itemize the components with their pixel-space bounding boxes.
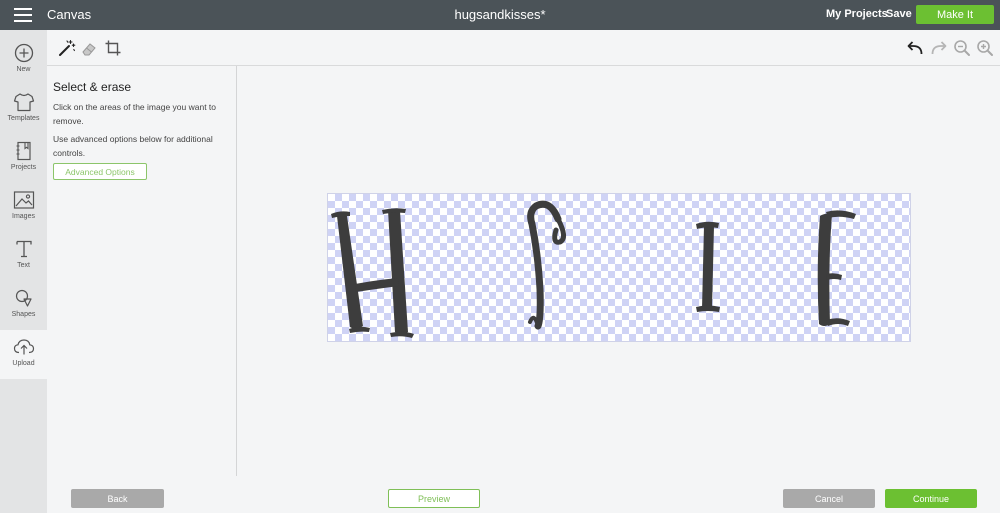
rail-item-projects[interactable]: Projects (0, 134, 47, 183)
zoom-in-icon[interactable] (976, 39, 994, 57)
undo-icon[interactable] (906, 39, 924, 57)
rail-item-text[interactable]: Text (0, 232, 47, 281)
left-rail: New Templates Projects Images Text Shape… (0, 30, 47, 513)
tshirt-icon (13, 93, 34, 112)
eraser-icon[interactable] (80, 39, 98, 57)
advanced-options-button[interactable]: Advanced Options (53, 163, 147, 180)
letter-s (527, 200, 566, 330)
hamburger-menu-icon[interactable] (14, 8, 32, 22)
letter-e (817, 210, 856, 326)
zoom-out-icon[interactable] (953, 39, 971, 57)
notebook-icon (16, 141, 31, 161)
plus-circle-icon (14, 43, 33, 63)
canvas-area[interactable] (238, 66, 1000, 476)
bottom-bar: Back Preview Cancel Continue (47, 476, 1000, 513)
hsie-letters-artwork (331, 200, 856, 338)
redo-icon[interactable] (930, 39, 948, 57)
rail-item-images[interactable]: Images (0, 183, 47, 232)
rail-item-label: New (16, 66, 31, 73)
crop-icon[interactable] (104, 39, 122, 57)
continue-button[interactable]: Continue (885, 489, 977, 508)
save-link[interactable]: Save (886, 8, 912, 20)
cloud-upload-icon (13, 339, 34, 355)
text-icon (15, 240, 32, 258)
top-bar: Canvas hugsandkisses* My Projects Save M… (0, 0, 1000, 30)
rail-item-label: Upload (12, 360, 35, 367)
rail-item-label: Projects (10, 164, 37, 171)
toolbar (47, 30, 1000, 66)
cancel-button[interactable]: Cancel (783, 489, 875, 508)
rail-item-shapes[interactable]: Shapes (0, 281, 47, 330)
project-name: hugsandkisses* (454, 7, 546, 22)
uploaded-image[interactable] (327, 193, 911, 342)
shapes-icon (15, 289, 32, 307)
magic-wand-icon[interactable] (58, 39, 76, 57)
rail-item-label: Images (12, 213, 35, 220)
rail-item-new[interactable]: New (0, 36, 47, 85)
select-erase-panel: Select & erase Click on the areas of the… (47, 66, 237, 476)
rail-item-label: Text (17, 262, 30, 269)
rail-item-templates[interactable]: Templates (0, 85, 47, 134)
app-title: Canvas (47, 7, 92, 22)
rail-item-upload[interactable]: Upload (0, 330, 47, 379)
panel-instructions: Click on the areas of the image you want… (53, 102, 217, 126)
letter-i (696, 221, 720, 312)
letter-h (331, 208, 414, 338)
preview-button[interactable]: Preview (388, 489, 480, 508)
image-icon (13, 191, 34, 209)
rail-item-label: Templates (7, 115, 40, 122)
rail-item-label: Shapes (11, 311, 36, 318)
back-button[interactable]: Back (71, 489, 164, 508)
make-it-button[interactable]: Make It (916, 5, 994, 24)
my-projects-link[interactable]: My Projects (826, 8, 888, 20)
panel-advanced-hint: Use advanced options below for additiona… (53, 134, 213, 158)
panel-title: Select & erase (53, 80, 132, 94)
